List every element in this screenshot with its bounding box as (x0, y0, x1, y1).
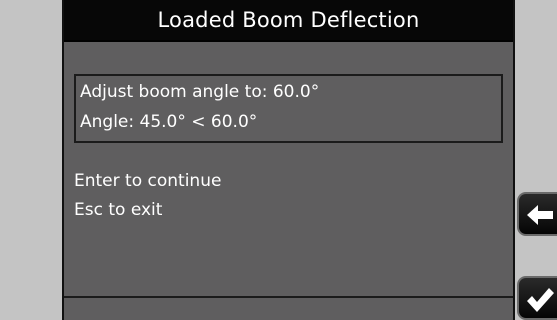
enter-instruction: Enter to continue (74, 171, 222, 191)
title-bar: Loaded Boom Deflection (64, 0, 513, 42)
esc-instruction: Esc to exit (74, 200, 163, 220)
bottom-bar (64, 296, 513, 320)
right-bezel (515, 0, 557, 320)
checkmark-icon (527, 288, 554, 312)
target-angle-text: Adjust boom angle to: 60.0° (80, 82, 320, 102)
back-button[interactable] (517, 192, 557, 236)
display-screen: Loaded Boom Deflection Adjust boom angle… (62, 0, 515, 320)
page-title: Loaded Boom Deflection (157, 8, 420, 32)
current-angle-text: Angle: 45.0° < 60.0° (80, 112, 258, 132)
ok-button[interactable] (517, 276, 557, 320)
angle-prompt-box: Adjust boom angle to: 60.0° Angle: 45.0°… (74, 74, 503, 143)
back-arrow-icon (527, 205, 553, 225)
left-bezel (0, 0, 62, 320)
